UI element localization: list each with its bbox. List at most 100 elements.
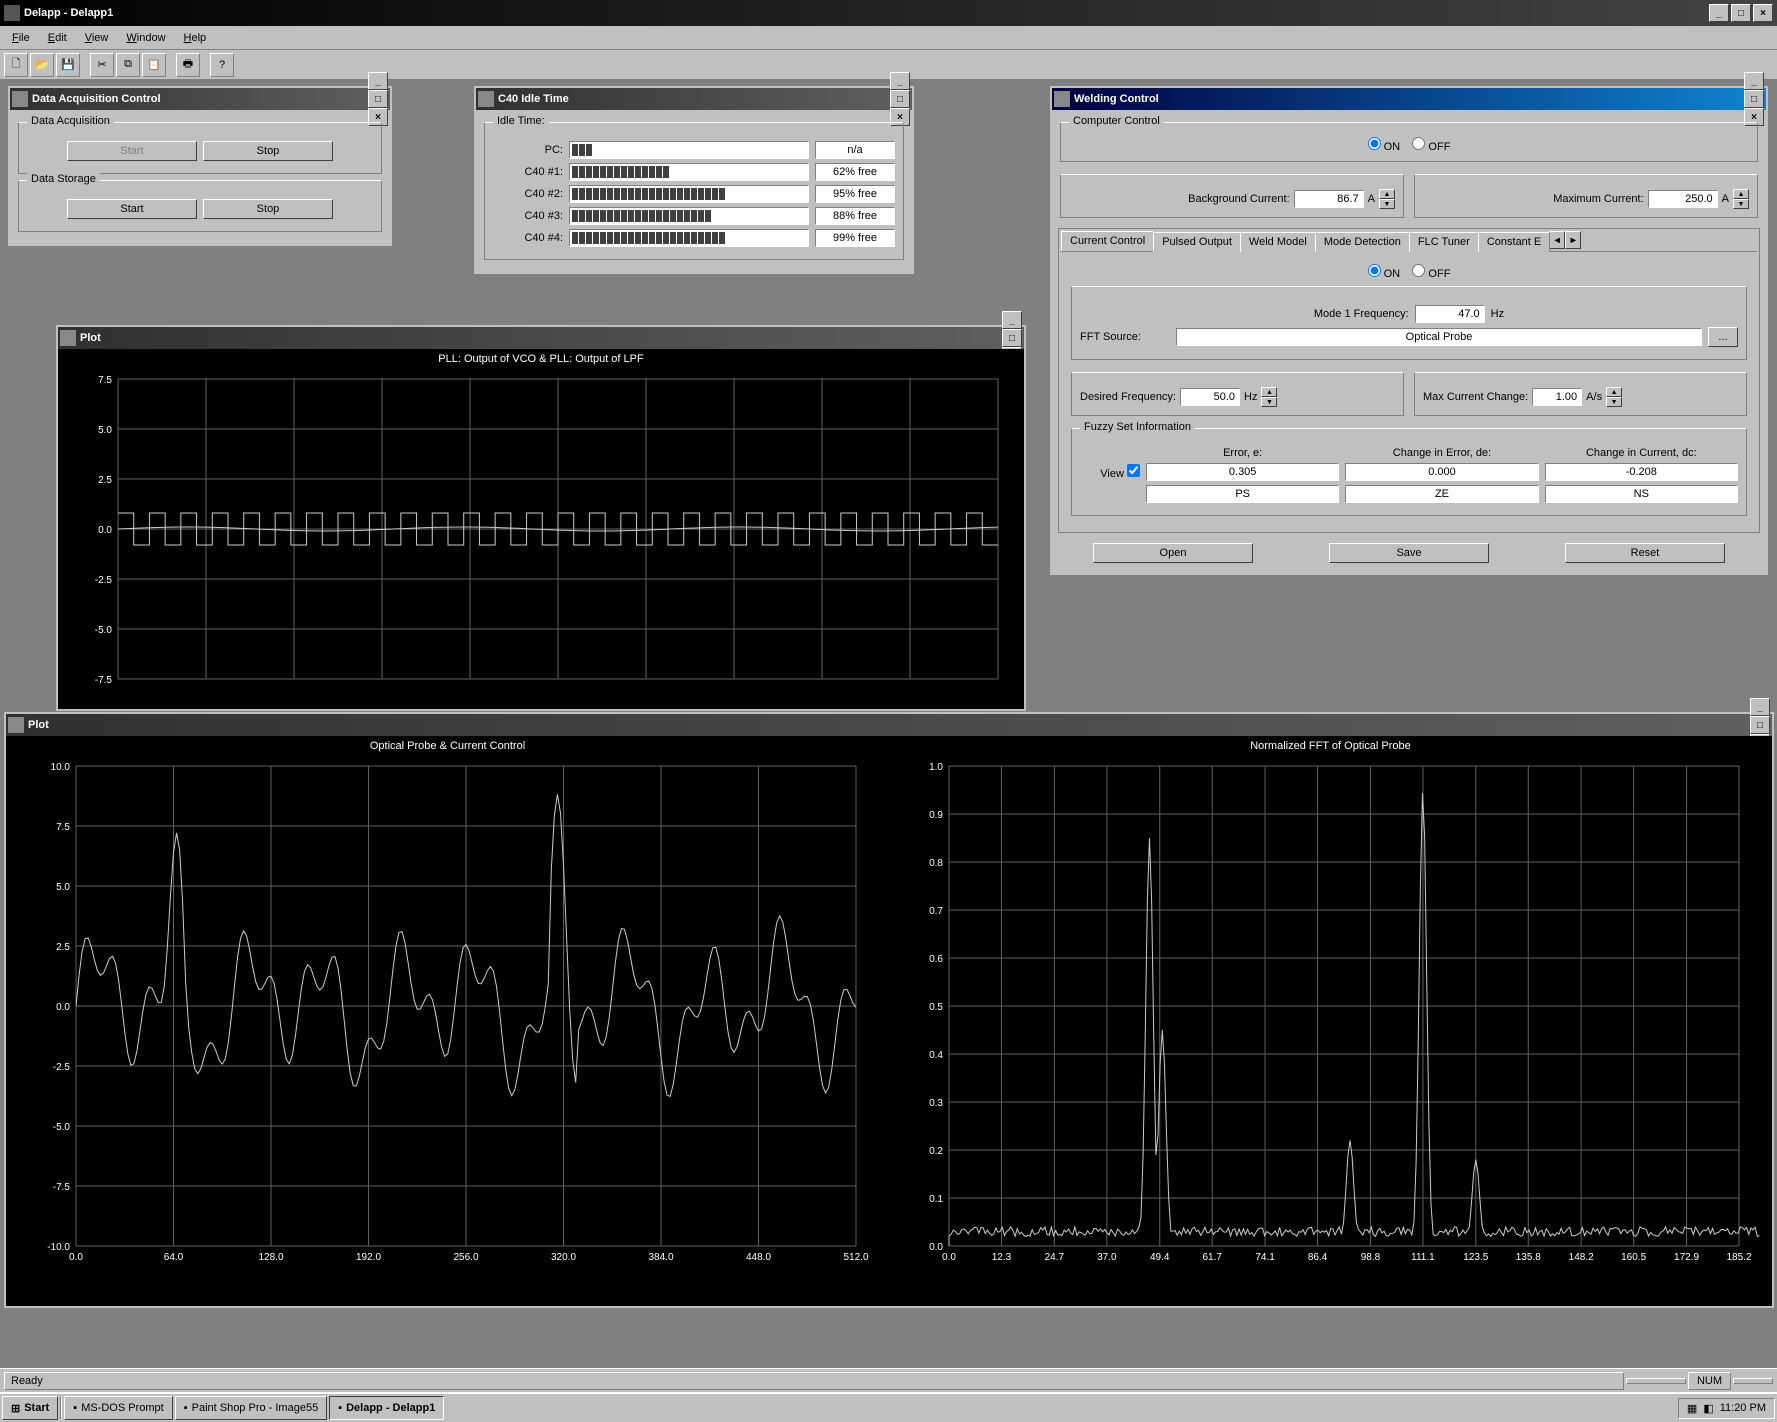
- new-icon[interactable]: 🗋: [4, 53, 28, 77]
- open-button[interactable]: Open: [1093, 543, 1253, 563]
- max-current-spinner[interactable]: ▲▼: [1733, 189, 1749, 209]
- storage-start-button[interactable]: Start: [67, 199, 197, 219]
- minimize-button[interactable]: _: [1709, 4, 1729, 22]
- menu-window[interactable]: Window: [118, 30, 173, 46]
- clock: 11:20 PM: [1720, 1402, 1766, 1414]
- minimize-button[interactable]: _: [1750, 698, 1770, 716]
- minimize-button[interactable]: _: [368, 72, 388, 90]
- reset-button[interactable]: Reset: [1565, 543, 1725, 563]
- msdos-icon: ▪: [73, 1402, 77, 1414]
- svg-text:111.1: 111.1: [1411, 1252, 1435, 1263]
- menu-view[interactable]: View: [77, 30, 117, 46]
- tray-icon: ◧: [1703, 1402, 1713, 1415]
- window-title: Plot: [80, 332, 1002, 344]
- group-max-change: Max Current Change: 1.00 A/s ▲▼: [1414, 372, 1747, 416]
- idle-row: C40 #3:88% free: [493, 207, 895, 225]
- tab-constant-e[interactable]: Constant E: [1478, 232, 1550, 252]
- bg-current-spinner[interactable]: ▲▼: [1379, 189, 1395, 209]
- maximize-button[interactable]: □: [890, 90, 910, 108]
- save-icon[interactable]: 💾: [56, 53, 80, 77]
- idle-label: PC:: [493, 144, 563, 156]
- start-button[interactable]: ⊞ Start: [2, 1396, 58, 1420]
- taskbar-item-delapp[interactable]: ▪Delapp - Delapp1: [329, 1396, 444, 1420]
- acq-stop-button[interactable]: Stop: [203, 141, 333, 161]
- svg-text:24.7: 24.7: [1045, 1252, 1065, 1263]
- svg-text:0.9: 0.9: [929, 810, 943, 821]
- help-icon[interactable]: ?: [210, 53, 234, 77]
- idle-row: PC:n/a: [493, 141, 895, 159]
- system-tray[interactable]: ▦ ◧ 11:20 PM: [1678, 1398, 1775, 1419]
- idle-progress: [569, 185, 809, 203]
- svg-text:7.5: 7.5: [98, 375, 112, 386]
- minimize-button[interactable]: _: [1002, 311, 1022, 329]
- open-icon[interactable]: 📂: [30, 53, 54, 77]
- view-checkbox[interactable]: [1127, 464, 1140, 477]
- svg-text:10.0: 10.0: [51, 762, 71, 773]
- acq-start-button[interactable]: Start: [67, 141, 197, 161]
- minimize-button[interactable]: _: [1744, 72, 1764, 90]
- taskbar-item-msdos[interactable]: ▪MS-DOS Prompt: [64, 1396, 172, 1420]
- chart-title-left: Optical Probe & Current Control: [6, 736, 889, 756]
- svg-text:61.7: 61.7: [1202, 1252, 1222, 1263]
- minimize-button[interactable]: _: [890, 72, 910, 90]
- svg-text:192.0: 192.0: [356, 1252, 381, 1263]
- menu-edit[interactable]: Edit: [40, 30, 75, 46]
- print-icon[interactable]: 🖶: [176, 53, 200, 77]
- maximize-button[interactable]: □: [1731, 4, 1751, 22]
- tab-scroll-left-icon[interactable]: ◂: [1549, 231, 1565, 249]
- bg-current-value[interactable]: 86.7: [1294, 190, 1364, 208]
- window-title: Plot: [28, 719, 1750, 731]
- copy-icon[interactable]: ⧉: [116, 53, 140, 77]
- tab-weld-model[interactable]: Weld Model: [1240, 232, 1316, 252]
- idle-progress: [569, 207, 809, 225]
- save-button[interactable]: Save: [1329, 543, 1489, 563]
- maximize-button[interactable]: □: [368, 90, 388, 108]
- max-change-spinner[interactable]: ▲▼: [1606, 387, 1622, 407]
- fuzzy-derr-label: Change in Error, de:: [1345, 447, 1538, 459]
- radio-cc-off[interactable]: OFF: [1412, 141, 1450, 153]
- menu-help[interactable]: Help: [176, 30, 215, 46]
- fuzzy-err-label: Error, e:: [1146, 447, 1339, 459]
- maximize-button[interactable]: □: [1002, 329, 1022, 347]
- dcur-value: -0.208: [1545, 463, 1738, 481]
- svg-text:0.6: 0.6: [929, 954, 943, 965]
- taskbar-item-psp[interactable]: ▪Paint Shop Pro - Image55: [175, 1396, 327, 1420]
- tab-pulsed-output[interactable]: Pulsed Output: [1153, 232, 1241, 252]
- tab-mode-detection[interactable]: Mode Detection: [1315, 232, 1410, 252]
- svg-text:2.5: 2.5: [56, 942, 70, 953]
- group-fuzzy: Fuzzy Set Information Error, e: Change i…: [1071, 428, 1747, 516]
- max-change-value[interactable]: 1.00: [1532, 388, 1582, 406]
- radio-tab-off[interactable]: OFF: [1412, 268, 1450, 280]
- storage-stop-button[interactable]: Stop: [203, 199, 333, 219]
- group-label: Computer Control: [1069, 115, 1164, 127]
- tab-flc-tuner[interactable]: FLC Tuner: [1409, 232, 1479, 252]
- derr-set: ZE: [1345, 485, 1538, 503]
- maximize-button[interactable]: □: [1744, 90, 1764, 108]
- menu-file[interactable]: File: [4, 30, 38, 46]
- maximize-button[interactable]: □: [1750, 716, 1770, 734]
- close-button[interactable]: ×: [1753, 4, 1773, 22]
- max-current-value[interactable]: 250.0: [1648, 190, 1718, 208]
- tab-current-control[interactable]: Current Control: [1061, 231, 1154, 251]
- browse-button[interactable]: ...: [1708, 327, 1738, 347]
- app-icon: ▪: [338, 1402, 342, 1414]
- svg-text:384.0: 384.0: [648, 1252, 673, 1263]
- statusbar: Ready NUM: [0, 1368, 1777, 1392]
- svg-text:256.0: 256.0: [453, 1252, 478, 1263]
- window-plot-dual: Plot _ □ × Optical Probe & Current Contr…: [4, 712, 1774, 1308]
- desired-freq-value[interactable]: 50.0: [1180, 388, 1240, 406]
- desired-freq-spinner[interactable]: ▲▼: [1261, 387, 1277, 407]
- svg-text:135.8: 135.8: [1516, 1252, 1541, 1263]
- radio-tab-on[interactable]: ON: [1368, 268, 1401, 280]
- svg-text:0.5: 0.5: [929, 1002, 943, 1013]
- svg-text:160.5: 160.5: [1621, 1252, 1646, 1263]
- app-title: Delapp - Delapp1: [24, 7, 1709, 19]
- radio-cc-on[interactable]: ON: [1368, 141, 1401, 153]
- svg-text:0.0: 0.0: [98, 525, 112, 536]
- paste-icon[interactable]: 📋: [142, 53, 166, 77]
- svg-text:98.8: 98.8: [1361, 1252, 1381, 1263]
- group-label: Data Acquisition: [27, 115, 114, 127]
- toolbar: 🗋 📂 💾 ✂ ⧉ 📋 🖶 ?: [0, 50, 1777, 80]
- tab-scroll-right-icon[interactable]: ▸: [1565, 231, 1581, 249]
- cut-icon[interactable]: ✂: [90, 53, 114, 77]
